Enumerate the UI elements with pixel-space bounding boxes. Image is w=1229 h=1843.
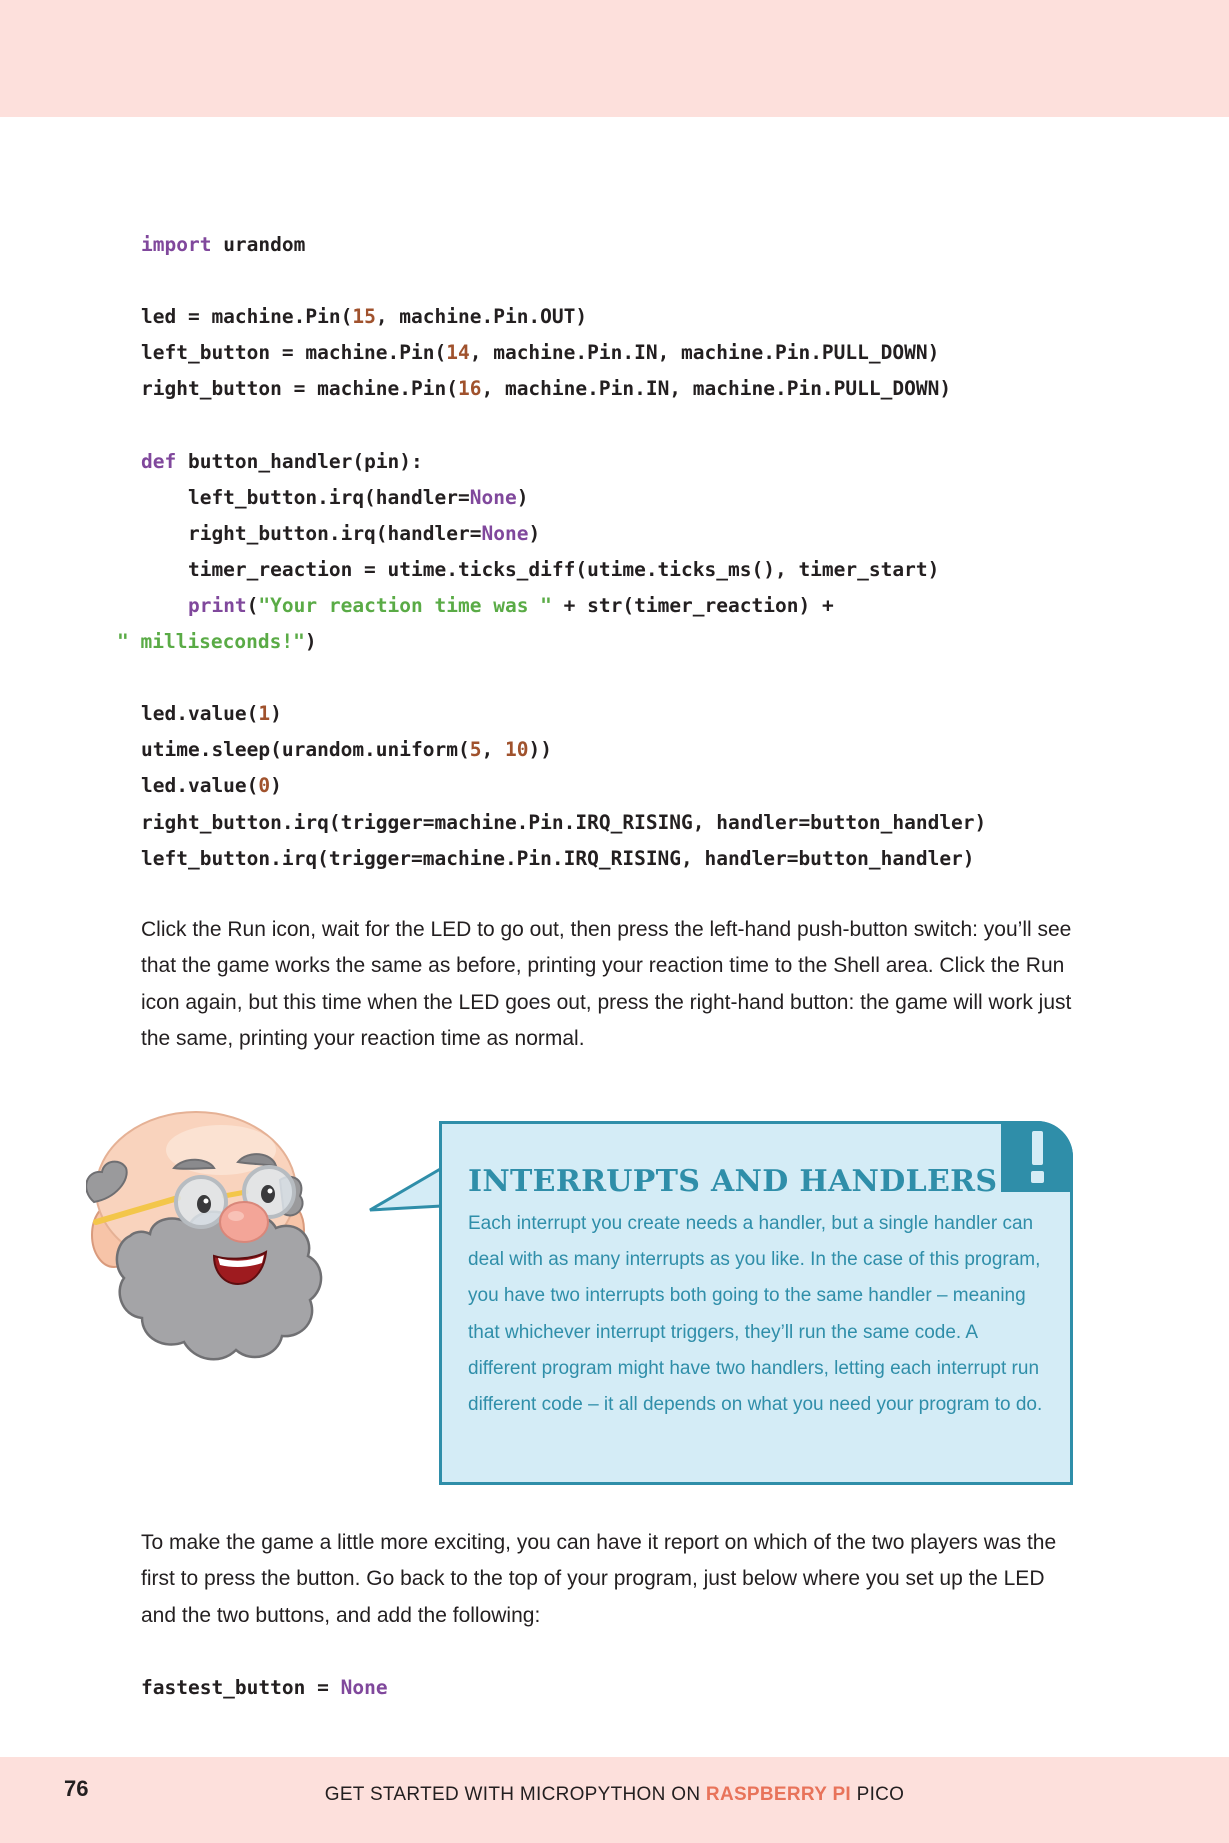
code-token: import xyxy=(141,233,212,256)
footer-title-start: GET STARTED WITH MICROPYTHON ON xyxy=(324,1784,706,1805)
code-line: utime.sleep(urandom.uniform(5, 10)) xyxy=(141,732,986,768)
code-token: 16 xyxy=(457,377,482,401)
code-token: led.value( xyxy=(141,774,259,798)
code-line: timer_reaction = utime.ticks_diff(utime.… xyxy=(141,552,986,588)
code-token: ) xyxy=(516,485,529,509)
code-line: left_button.irq(trigger=machine.Pin.IRQ_… xyxy=(141,841,986,877)
code-token: 10 xyxy=(504,738,529,762)
code-line: led.value(0) xyxy=(141,768,986,804)
code-token: button_handler(pin): xyxy=(176,449,423,473)
code-token: def xyxy=(141,449,177,473)
code-token: right_button.irq(handler= xyxy=(141,521,482,545)
code-token: "Your reaction time was " xyxy=(258,593,552,617)
code-token: print xyxy=(187,593,247,617)
body-paragraph-run-instructions: Click the Run icon, wait for the LED to … xyxy=(141,918,1072,1050)
code-token: left_button = machine.Pin( xyxy=(141,341,447,365)
code-token: )) xyxy=(528,738,552,762)
code-line: left_button.irq(handler=None) xyxy=(141,480,986,516)
code-line: fastest_button = None xyxy=(141,1670,388,1706)
code-token: , machine.Pin.IN, machine.Pin.PULL_DOWN) xyxy=(481,377,952,401)
footer-title-end: PICO xyxy=(851,1784,905,1805)
code-line: import urandom xyxy=(141,227,986,263)
code-token: 1 xyxy=(258,702,271,726)
body-paragraph-fastest-player: To make the game a little more exciting,… xyxy=(141,1531,1057,1627)
speech-tail xyxy=(369,1166,444,1212)
callout-body: Each interrupt you create needs a handle… xyxy=(468,1213,1043,1416)
code-line: right_button.irq(trigger=machine.Pin.IRQ… xyxy=(141,805,986,841)
code-line: print("Your reaction time was " + str(ti… xyxy=(141,588,986,624)
code-token: 15 xyxy=(352,305,376,329)
code-token: timer_reaction = utime.ticks_diff(utime.… xyxy=(141,557,940,581)
callout-title: INTERRUPTS AND HANDLERS xyxy=(468,1164,998,1199)
footer-book-title: GET STARTED WITH MICROPYTHON ON RASPBERR… xyxy=(0,1784,1229,1806)
callout-box: INTERRUPTS AND HANDLERS Each interrupt y… xyxy=(439,1121,1073,1485)
code-line: def button_handler(pin): xyxy=(141,444,986,480)
code-token: left_button.irq(handler= xyxy=(141,485,470,509)
code-token: right_button = machine.Pin( xyxy=(141,377,458,401)
code-token: ( xyxy=(246,593,259,617)
code-token: , machine.Pin.OUT) xyxy=(375,305,588,329)
code-token: 14 xyxy=(446,341,470,365)
code-token: ) xyxy=(270,702,282,726)
exclamation-icon xyxy=(1001,1121,1073,1192)
code-token: utime.sleep(urandom.uniform( xyxy=(141,738,470,762)
code-token: ) xyxy=(304,630,317,654)
code-token: led.value( xyxy=(141,702,259,726)
code-block-fastest-button: fastest_button = None xyxy=(141,1670,388,1706)
code-token: ) xyxy=(528,521,541,545)
code-token: right_button.irq(trigger=machine.Pin.IRQ… xyxy=(141,810,987,834)
bearded-professor-icon xyxy=(86,1111,323,1361)
code-line: right_button = machine.Pin(16, machine.P… xyxy=(141,371,986,407)
code-line: left_button = machine.Pin(14, machine.Pi… xyxy=(141,335,986,371)
code-token: None xyxy=(340,1676,388,1699)
code-token: led = machine.Pin( xyxy=(141,305,353,329)
code-token: None xyxy=(469,485,517,509)
code-token: , machine.Pin.IN, machine.Pin.PULL_DOWN) xyxy=(469,341,940,365)
footer-title-accent: RASPBERRY PI xyxy=(705,1784,852,1805)
code-line: " milliseconds!") xyxy=(117,624,986,660)
code-line: led.value(1) xyxy=(141,696,986,732)
code-token: " milliseconds!" xyxy=(117,630,305,654)
code-token: + str(timer_reaction) + xyxy=(551,593,834,617)
code-token: 0 xyxy=(258,774,271,798)
code-block-imports-and-handler: import urandom led = machine.Pin(15, mac… xyxy=(117,227,986,877)
code-token: ) xyxy=(270,774,282,798)
code-token: None xyxy=(481,521,529,545)
code-token: urandom xyxy=(211,233,306,256)
code-token: left_button.irq(trigger=machine.Pin.IRQ_… xyxy=(141,846,975,870)
code-token: 5 xyxy=(469,738,482,762)
code-token: fastest_button = xyxy=(141,1676,341,1699)
code-token: , xyxy=(481,738,505,762)
code-line: led = machine.Pin(15, machine.Pin.OUT) xyxy=(141,299,986,335)
header-band xyxy=(0,0,1229,117)
code-line: right_button.irq(handler=None) xyxy=(141,516,986,552)
